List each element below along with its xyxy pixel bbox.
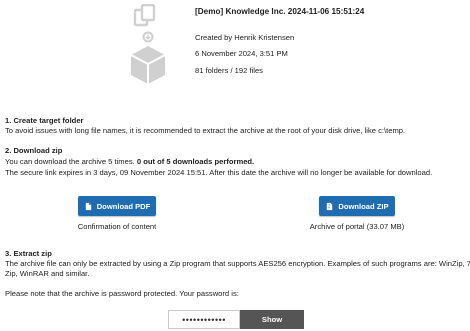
folder-file-count: 81 folders / 192 files (195, 66, 263, 75)
download-times: You can download the archive 5 times. (5, 157, 135, 166)
password-field[interactable]: •••••••••••• (168, 310, 240, 329)
created-by: Created by Henrik Kristensen (195, 33, 295, 42)
downloads-performed: 0 out of 5 downloads performed. (136, 157, 255, 166)
zip-file-icon (327, 202, 333, 210)
expiry-text: The secure link expires in 3 days, 09 No… (5, 168, 433, 177)
show-password-button[interactable]: Show (240, 310, 304, 329)
step2-heading: 2. Download zip (5, 146, 63, 155)
archive-title: [Demo] Knowledge Inc. 2024-11-06 15:51:2… (195, 7, 365, 16)
step1-heading: 1. Create target folder (5, 116, 84, 125)
download-pdf-label: Download PDF (96, 201, 151, 211)
download-zip-button[interactable]: Download ZIP (319, 196, 395, 216)
document-icon (85, 202, 91, 210)
archive-package-icon (130, 4, 166, 84)
pdf-caption: Confirmation of content (77, 222, 157, 231)
documents-icon (133, 4, 156, 27)
zip-caption: Archive of portal (33.07 MB) (309, 222, 405, 231)
step3-heading: 3. Extract zip (5, 249, 52, 258)
step3-text-line1: The archive file can only be extracted b… (5, 259, 470, 268)
password-note: Please note that the archive is password… (5, 289, 239, 298)
created-date: 6 November 2024, 3:51 PM (195, 49, 288, 58)
box-icon (130, 46, 166, 84)
download-pdf-button[interactable]: Download PDF (78, 196, 156, 216)
arrow-down-circle-icon (142, 31, 154, 43)
download-limit-text: You can download the archive 5 times. 0 … (5, 157, 254, 167)
download-zip-label: Download ZIP (338, 201, 389, 211)
step3-text-line2: Zip, WinRAR and similar. (5, 269, 90, 278)
step1-text: To avoid issues with long file names, it… (5, 126, 406, 135)
